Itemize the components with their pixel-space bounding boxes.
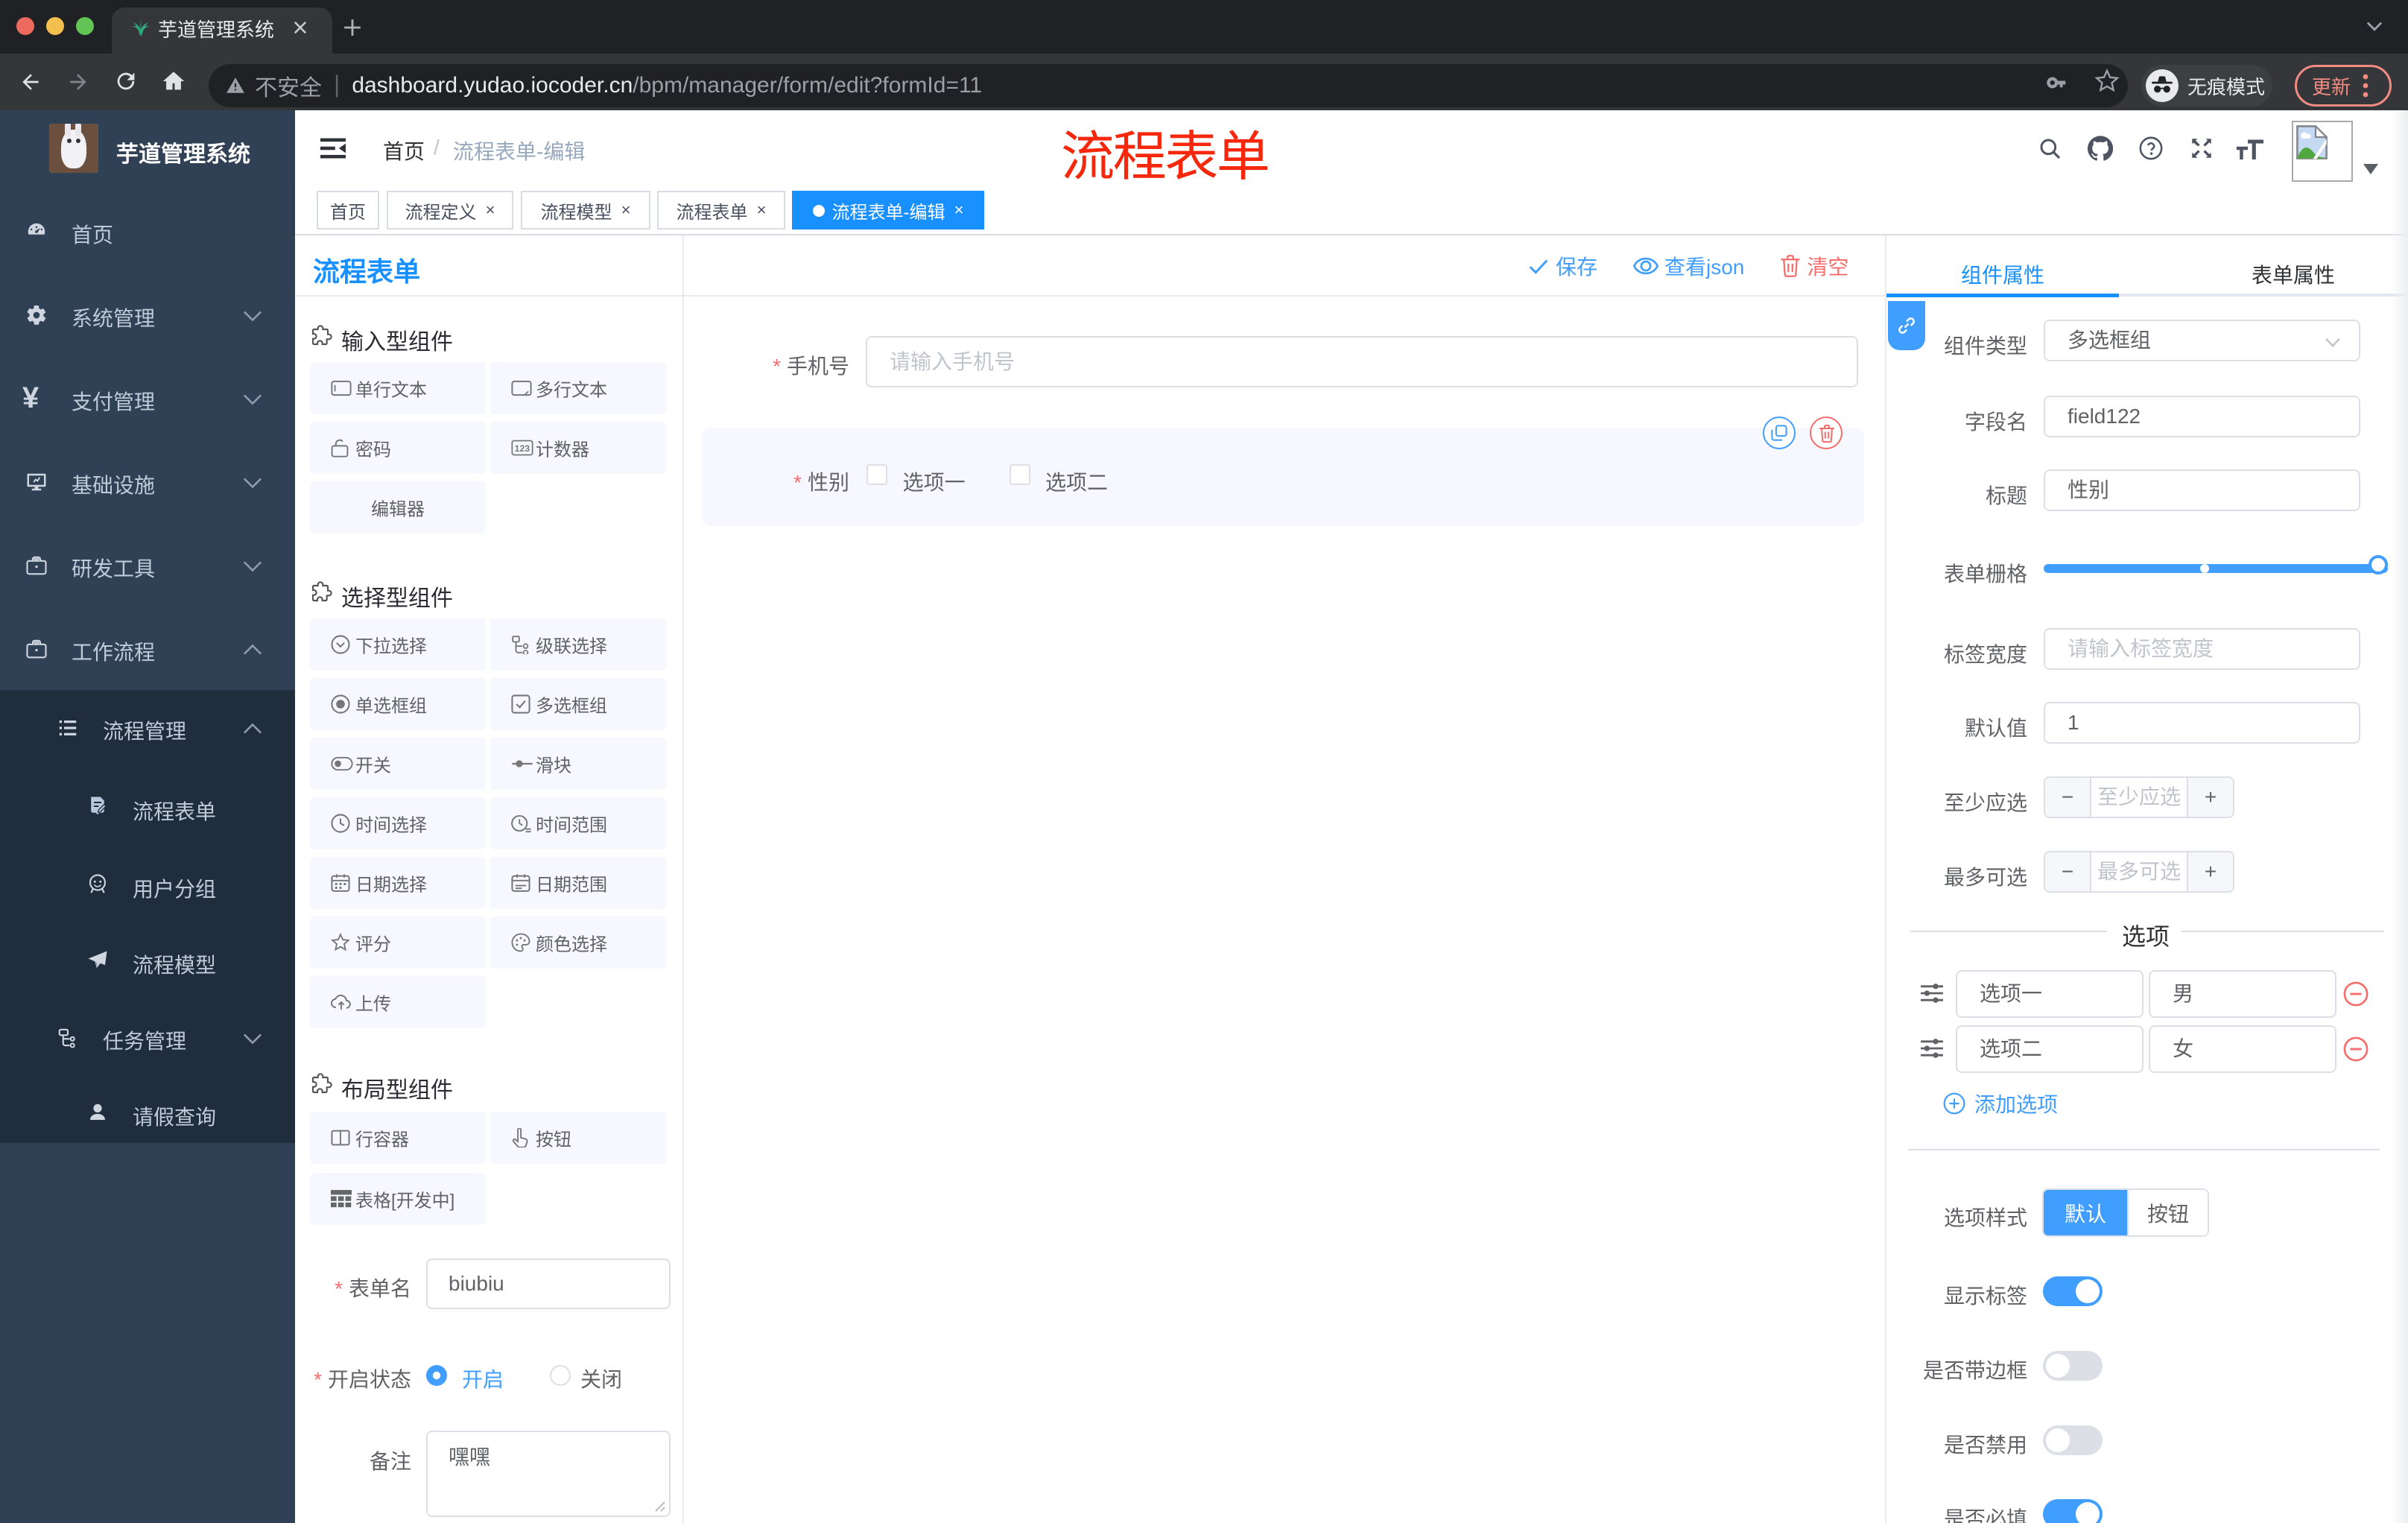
svg-text:123: 123 [515,443,530,454]
